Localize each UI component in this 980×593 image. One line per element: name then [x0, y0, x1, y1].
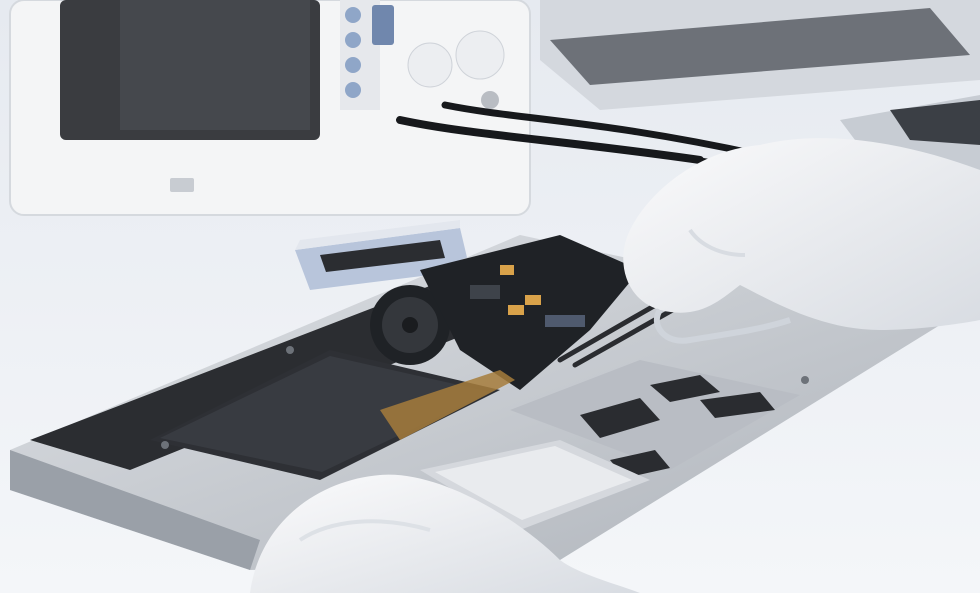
- scene-illustration: [0, 0, 980, 593]
- photo-scene: [0, 0, 980, 593]
